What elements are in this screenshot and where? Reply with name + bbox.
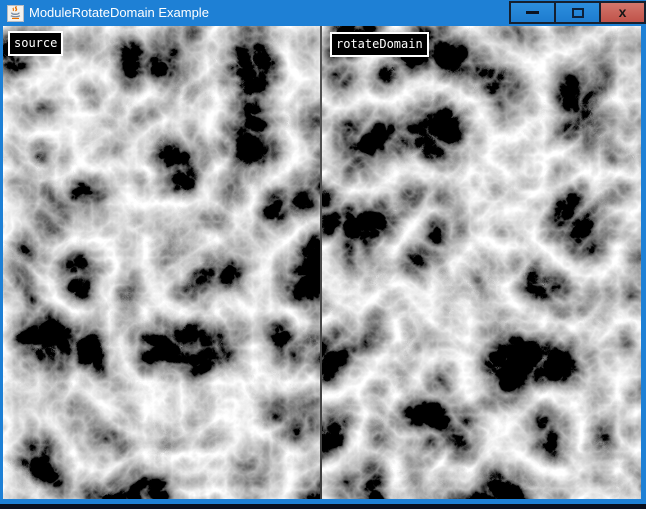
window-border-right: [641, 26, 646, 499]
window-controls: x: [511, 0, 646, 26]
titlebar[interactable]: ModuleRotateDomain Example x: [0, 0, 646, 26]
minimize-button[interactable]: [509, 1, 556, 24]
window-title: ModuleRotateDomain Example: [29, 0, 511, 26]
close-button[interactable]: x: [599, 1, 646, 24]
rotate-domain-label: rotateDomain: [330, 32, 429, 57]
content-area: source rotateDoma: [0, 26, 646, 499]
source-image-panel: source: [3, 26, 320, 499]
rotate-domain-image-panel: rotateDomain: [322, 26, 641, 499]
source-noise-image: [3, 26, 320, 499]
app-window: ModuleRotateDomain Example x: [0, 0, 646, 509]
rotate-domain-noise-image: [322, 26, 641, 499]
maximize-icon: [572, 8, 584, 18]
minimize-icon: [526, 11, 539, 14]
java-coffee-cup-icon: [7, 5, 24, 22]
source-label: source: [8, 31, 63, 56]
close-icon: x: [619, 5, 627, 19]
maximize-button[interactable]: [554, 1, 601, 24]
window-shadow: [0, 504, 646, 509]
